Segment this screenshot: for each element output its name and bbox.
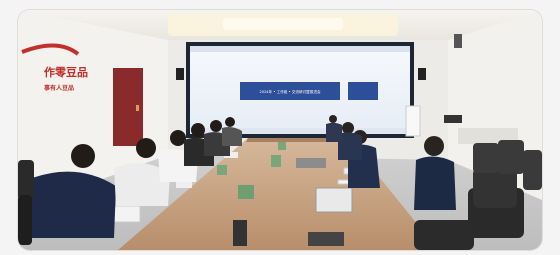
left-speaker xyxy=(176,68,184,80)
chair xyxy=(18,195,32,245)
wall-sign xyxy=(454,34,462,48)
person-head xyxy=(136,138,156,158)
chair xyxy=(498,140,524,174)
person-head xyxy=(342,122,354,134)
door-handle xyxy=(136,105,139,111)
person-head xyxy=(424,136,444,156)
water-bottles xyxy=(271,155,281,167)
meeting-room-scene: 作零豆品 事有人豆品 2024年 • 工作组 • 交流研讨暨推进会 xyxy=(18,10,542,250)
logo-line1: 作零豆品 xyxy=(44,65,88,79)
papers xyxy=(176,182,192,188)
slide-title: 2024年 • 工作组 • 交流研讨暨推进会 xyxy=(259,89,320,94)
meeting-room-photo: 作零豆品 事有人豆品 2024年 • 工作组 • 交流研讨暨推进会 xyxy=(18,10,542,250)
chair xyxy=(523,150,542,190)
laptop xyxy=(296,158,326,168)
person-head xyxy=(191,123,205,137)
person-body xyxy=(414,156,456,210)
person-body xyxy=(326,122,342,142)
person-head xyxy=(210,120,222,132)
right-speaker xyxy=(418,68,426,80)
water-bottles xyxy=(278,142,286,150)
chair xyxy=(18,160,34,200)
laptop xyxy=(315,187,353,213)
person-head xyxy=(170,130,186,146)
water-bottles xyxy=(238,185,254,199)
logo-line2: 事有人豆品 xyxy=(44,84,74,92)
person-head xyxy=(329,115,337,123)
ceiling-light-center xyxy=(223,18,343,30)
screen-toolbar xyxy=(190,46,410,52)
chair xyxy=(473,143,499,173)
slide-side-block xyxy=(348,82,378,100)
person-head xyxy=(71,144,95,168)
whiteboard-stand xyxy=(405,105,421,137)
person-head xyxy=(225,117,235,127)
chair xyxy=(414,220,474,250)
person-body xyxy=(28,171,116,238)
tablet-device xyxy=(308,232,344,246)
wall-device xyxy=(444,115,462,123)
tablet-device xyxy=(233,220,247,246)
person-body xyxy=(222,127,242,146)
water-bottles xyxy=(217,165,227,175)
